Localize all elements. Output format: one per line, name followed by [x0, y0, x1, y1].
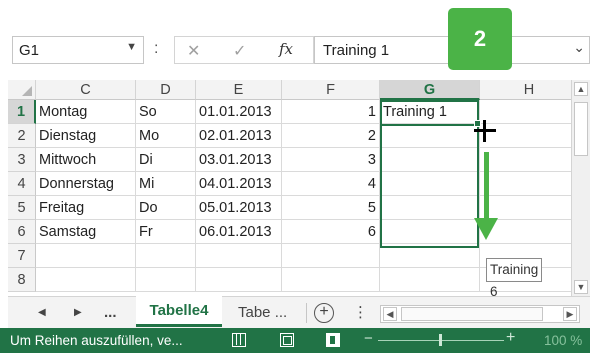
cell-d4[interactable]: Mi	[136, 172, 196, 196]
cell-f5[interactable]: 5	[282, 196, 380, 220]
cell-h5[interactable]	[480, 196, 579, 220]
zoom-slider-knob[interactable]	[439, 334, 442, 346]
more-sheets-left[interactable]: ...	[104, 297, 117, 328]
cell-c5[interactable]: Freitag	[36, 196, 136, 220]
add-sheet-icon[interactable]: +	[314, 303, 334, 323]
vertical-scroll-thumb[interactable]	[574, 102, 588, 156]
cell-f7[interactable]	[282, 244, 380, 268]
column-header-c[interactable]: C	[36, 80, 136, 100]
row-header-4[interactable]: 4	[8, 172, 36, 196]
cell-c7[interactable]	[36, 244, 136, 268]
scroll-left-icon[interactable]: ◀	[383, 307, 397, 321]
cell-c2[interactable]: Dienstag	[36, 124, 136, 148]
drag-arrow-head-icon	[474, 218, 498, 240]
crosshair-cursor-icon	[474, 120, 496, 142]
insert-function-icon[interactable]: fx	[279, 40, 293, 58]
horizontal-scrollbar[interactable]: ◀ ▶	[380, 305, 580, 323]
scroll-up-icon[interactable]: ▲	[574, 82, 588, 96]
cell-f4[interactable]: 4	[282, 172, 380, 196]
cell-c8[interactable]	[36, 268, 136, 292]
cell-e5[interactable]: 05.01.2013	[196, 196, 282, 220]
column-header-f[interactable]: F	[282, 80, 380, 100]
sheet-tab-other[interactable]: Tabe ...	[238, 297, 287, 328]
expand-formula-bar-icon[interactable]: ⌄	[573, 39, 585, 56]
normal-view-icon[interactable]	[232, 333, 246, 347]
cell-g2[interactable]	[380, 124, 480, 148]
cell-f6[interactable]: 6	[282, 220, 380, 244]
status-bar: Um Reihen auszufüllen, ve... − + 100 %	[0, 328, 590, 353]
cell-d5[interactable]: Do	[136, 196, 196, 220]
next-sheet-icon[interactable]: ▶	[74, 297, 82, 328]
column-header-d[interactable]: D	[136, 80, 196, 100]
horizontal-scroll-thumb[interactable]	[401, 307, 543, 321]
cell-e7[interactable]	[196, 244, 282, 268]
row-header-6[interactable]: 6	[8, 220, 36, 244]
row-header-5[interactable]: 5	[8, 196, 36, 220]
name-box-value: G1	[19, 42, 40, 59]
row-header-7[interactable]: 7	[8, 244, 36, 268]
column-header-h[interactable]: H	[480, 80, 579, 100]
page-layout-view-icon[interactable]	[280, 333, 294, 347]
formula-value: Training 1	[323, 42, 390, 59]
cell-f3[interactable]: 3	[282, 148, 380, 172]
formula-buttons: ✕ ✓ fx	[174, 36, 314, 64]
scroll-right-icon[interactable]: ▶	[563, 307, 577, 321]
chevron-down-icon[interactable]: ▼	[126, 41, 137, 53]
cell-h3[interactable]	[480, 148, 579, 172]
zoom-level[interactable]: 100 %	[544, 333, 582, 348]
cell-e1[interactable]: 01.01.2013	[196, 100, 282, 124]
cell-d6[interactable]: Fr	[136, 220, 196, 244]
cell-d1[interactable]: So	[136, 100, 196, 124]
cell-d7[interactable]	[136, 244, 196, 268]
cell-g4[interactable]	[380, 172, 480, 196]
cell-d2[interactable]: Mo	[136, 124, 196, 148]
cell-e3[interactable]: 03.01.2013	[196, 148, 282, 172]
zoom-out-icon[interactable]: −	[364, 330, 373, 347]
cell-f8[interactable]	[282, 268, 380, 292]
row-header-2[interactable]: 2	[8, 124, 36, 148]
tab-splitter[interactable]: ⋮	[353, 297, 368, 328]
cell-g8[interactable]	[380, 268, 480, 292]
fill-preview-tooltip: Training 6	[486, 258, 543, 299]
cell-f2[interactable]: 2	[282, 124, 380, 148]
row-header-1[interactable]: 1	[8, 100, 36, 124]
cell-g6[interactable]	[380, 220, 480, 244]
cancel-icon[interactable]: ✕	[187, 41, 200, 61]
cell-e4[interactable]: 04.01.2013	[196, 172, 282, 196]
status-message: Um Reihen auszufüllen, ve...	[10, 333, 183, 348]
cell-d8[interactable]	[136, 268, 196, 292]
zoom-in-icon[interactable]: +	[506, 329, 515, 347]
scroll-down-icon[interactable]: ▼	[574, 280, 588, 294]
cell-e8[interactable]	[196, 268, 282, 292]
cell-f1[interactable]: 1	[282, 100, 380, 124]
cell-d3[interactable]: Di	[136, 148, 196, 172]
cell-c3[interactable]: Mittwoch	[36, 148, 136, 172]
cell-g5[interactable]	[380, 196, 480, 220]
cell-e2[interactable]: 02.01.2013	[196, 124, 282, 148]
vertical-scrollbar[interactable]: ▲ ▼	[571, 80, 590, 296]
cell-c1[interactable]: Montag	[36, 100, 136, 124]
column-header-g[interactable]: G	[380, 80, 480, 100]
sheet-tab-bar: ◀ ▶ ... Tabelle4 Tabe ... + ⋮ ◀ ▶	[8, 296, 590, 328]
sheet-tab-tabelle4[interactable]: Tabelle4	[136, 296, 222, 327]
cell-h4[interactable]	[480, 172, 579, 196]
cell-c6[interactable]: Samstag	[36, 220, 136, 244]
enter-icon[interactable]: ✓	[233, 41, 246, 61]
step-callout-badge: 2	[448, 8, 512, 70]
page-break-preview-icon[interactable]	[326, 333, 340, 347]
cell-g1[interactable]: Training 1	[380, 100, 480, 124]
row-header-3[interactable]: 3	[8, 148, 36, 172]
cell-g3[interactable]	[380, 148, 480, 172]
cell-c4[interactable]: Donnerstag	[36, 172, 136, 196]
formula-bar-separator[interactable]: :	[154, 40, 159, 58]
row-header-8[interactable]: 8	[8, 268, 36, 292]
cell-e6[interactable]: 06.01.2013	[196, 220, 282, 244]
prev-sheet-icon[interactable]: ◀	[38, 297, 46, 328]
select-all-corner[interactable]	[8, 80, 36, 100]
cell-g7[interactable]	[380, 244, 480, 268]
tab-divider	[306, 303, 307, 323]
name-box[interactable]: G1 ▼	[12, 36, 144, 64]
column-header-e[interactable]: E	[196, 80, 282, 100]
